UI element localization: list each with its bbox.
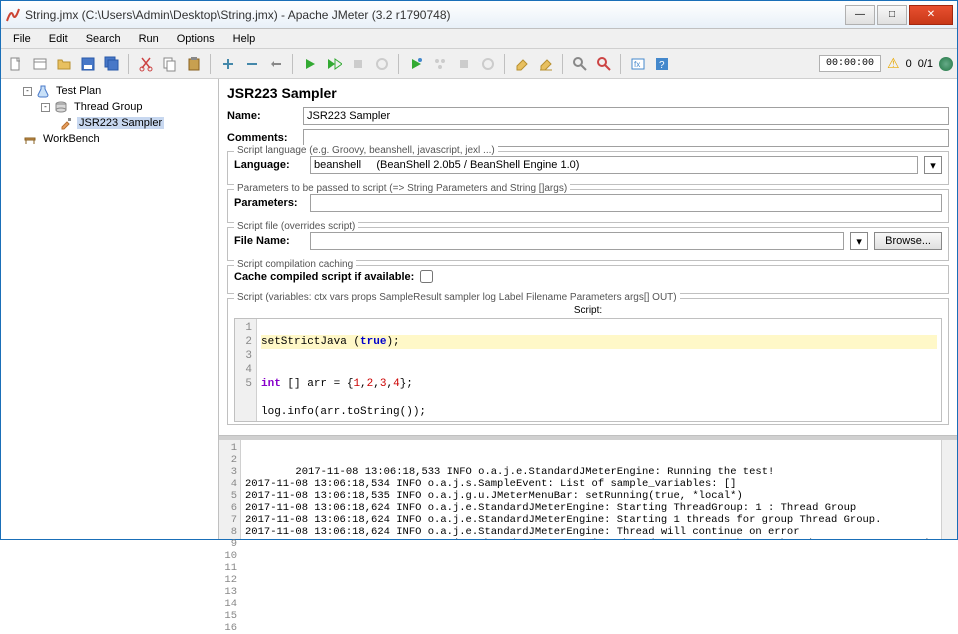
menu-file[interactable]: File — [5, 31, 39, 47]
dropdown-icon[interactable]: ▾ — [924, 156, 942, 174]
test-tree[interactable]: - Test Plan - Thread Group JSR223 Sample… — [1, 79, 219, 539]
toggle-icon[interactable] — [265, 53, 287, 75]
cache-checkbox[interactable] — [420, 270, 433, 283]
stop-icon[interactable] — [347, 53, 369, 75]
params-group-title: Parameters to be passed to script (=> St… — [234, 183, 570, 194]
warning-count: 0 — [906, 58, 912, 70]
log-line: 2017-11-08 13:06:18,533 INFO o.a.j.e.Sta… — [295, 466, 774, 478]
script-group-title: Script (variables: ctx vars props Sample… — [234, 292, 680, 303]
start-no-timers-icon[interactable] — [323, 53, 345, 75]
expand-icon[interactable] — [217, 53, 239, 75]
app-icon — [5, 7, 21, 23]
tree-jsr223-sampler[interactable]: JSR223 Sampler — [5, 115, 214, 131]
flask-icon — [36, 84, 50, 98]
remote-stop-icon[interactable] — [453, 53, 475, 75]
remote-shutdown-icon[interactable] — [477, 53, 499, 75]
minimize-button[interactable]: — — [845, 5, 875, 25]
log-line: 2017-11-08 13:06:18,624 INFO o.a.j.e.Sta… — [245, 502, 856, 514]
save-all-icon[interactable] — [101, 53, 123, 75]
svg-text:?: ? — [659, 60, 665, 71]
open-icon[interactable] — [53, 53, 75, 75]
maximize-button[interactable]: □ — [877, 5, 907, 25]
window-title: String.jmx (C:\Users\Admin\Desktop\Strin… — [25, 8, 845, 22]
titlebar: String.jmx (C:\Users\Admin\Desktop\Strin… — [1, 1, 957, 29]
name-label: Name: — [227, 110, 297, 122]
log-viewer[interactable]: 2017-11-08 13:06:18,533 INFO o.a.j.e.Sta… — [241, 440, 941, 539]
shutdown-icon[interactable] — [371, 53, 393, 75]
start-icon[interactable] — [299, 53, 321, 75]
script-editor[interactable]: 1 2 3 4 5 setStrictJava (true); int [] a… — [234, 318, 942, 422]
log-panel: 1 2 3 4 5 6 7 8 9 10 11 12 13 14 15 16 2… — [219, 436, 957, 539]
warning-icon[interactable]: ⚠ — [887, 55, 900, 72]
log-line: 2017-11-08 13:06:18,535 INFO o.a.j.g.u.J… — [245, 490, 743, 502]
name-input[interactable] — [303, 107, 949, 125]
file-label: File Name: — [234, 235, 304, 247]
tree-thread-group[interactable]: - Thread Group — [5, 99, 214, 115]
code-gutter: 1 2 3 4 5 — [235, 319, 257, 421]
vertical-scrollbar[interactable] — [941, 440, 957, 539]
clear-icon[interactable] — [511, 53, 533, 75]
save-icon[interactable] — [77, 53, 99, 75]
menu-help[interactable]: Help — [225, 31, 264, 47]
filename-input[interactable] — [310, 232, 844, 250]
browse-button[interactable]: Browse... — [874, 232, 942, 250]
log-line: 2017-11-08 13:06:18,625 INFO o.a.j.t.Thr… — [245, 538, 941, 539]
dropper-icon — [59, 116, 73, 130]
remote-start-all-icon[interactable] — [429, 53, 451, 75]
log-line: 2017-11-08 13:06:18,624 INFO o.a.j.e.Sta… — [245, 514, 881, 526]
remote-start-icon[interactable] — [405, 53, 427, 75]
reset-search-icon[interactable] — [593, 53, 615, 75]
script-label: Script: — [234, 305, 942, 316]
running-indicator-icon — [939, 57, 953, 71]
tree-label: WorkBench — [41, 133, 102, 145]
svg-text:fx: fx — [634, 60, 640, 69]
tree-label: Test Plan — [54, 85, 103, 97]
help-icon[interactable]: ? — [651, 53, 673, 75]
templates-icon[interactable] — [29, 53, 51, 75]
toolbar: fx ? 00:00:00 ⚠ 0 0/1 — [1, 49, 957, 79]
log-line: 2017-11-08 13:06:18,624 INFO o.a.j.e.Sta… — [245, 526, 800, 538]
search-icon[interactable] — [569, 53, 591, 75]
compile-label: Cache compiled script if available: — [234, 271, 414, 283]
tree-workbench[interactable]: WorkBench — [5, 131, 214, 147]
config-heading: JSR223 Sampler — [227, 85, 949, 101]
workbench-icon — [23, 132, 37, 146]
tree-label: Thread Group — [72, 101, 144, 113]
spool-icon — [54, 100, 68, 114]
menu-search[interactable]: Search — [78, 31, 129, 47]
new-icon[interactable] — [5, 53, 27, 75]
close-button[interactable]: ✕ — [909, 5, 953, 25]
clear-all-icon[interactable] — [535, 53, 557, 75]
menu-edit[interactable]: Edit — [41, 31, 76, 47]
tree-test-plan[interactable]: - Test Plan — [5, 83, 214, 99]
paste-icon[interactable] — [183, 53, 205, 75]
menu-options[interactable]: Options — [169, 31, 223, 47]
thread-status: 0/1 — [918, 58, 933, 70]
dropdown-icon[interactable]: ▾ — [850, 232, 868, 250]
sampler-config: JSR223 Sampler Name: Comments: Script la… — [219, 79, 957, 436]
menu-run[interactable]: Run — [131, 31, 167, 47]
tree-label: JSR223 Sampler — [77, 117, 164, 129]
parameters-input[interactable] — [310, 194, 942, 212]
menubar: File Edit Search Run Options Help — [1, 29, 957, 49]
collapse-icon[interactable] — [241, 53, 263, 75]
compile-group-title: Script compilation caching — [234, 259, 356, 270]
code-lines[interactable]: setStrictJava (true); int [] arr = {1,2,… — [257, 319, 941, 421]
log-gutter: 1 2 3 4 5 6 7 8 9 10 11 12 13 14 15 16 — [219, 440, 241, 539]
lang-label: Language: — [234, 159, 304, 171]
params-label: Parameters: — [234, 197, 304, 209]
comments-label: Comments: — [227, 132, 297, 144]
copy-icon[interactable] — [159, 53, 181, 75]
elapsed-timer: 00:00:00 — [819, 55, 881, 72]
log-line: 2017-11-08 13:06:18,534 INFO o.a.j.s.Sam… — [245, 478, 736, 490]
lang-group-title: Script language (e.g. Groovy, beanshell,… — [234, 145, 498, 156]
function-helper-icon[interactable]: fx — [627, 53, 649, 75]
cut-icon[interactable] — [135, 53, 157, 75]
language-select[interactable] — [310, 156, 918, 174]
expand-icon[interactable]: - — [41, 103, 50, 112]
file-group-title: Script file (overrides script) — [234, 221, 358, 232]
expand-icon[interactable]: - — [23, 87, 32, 96]
